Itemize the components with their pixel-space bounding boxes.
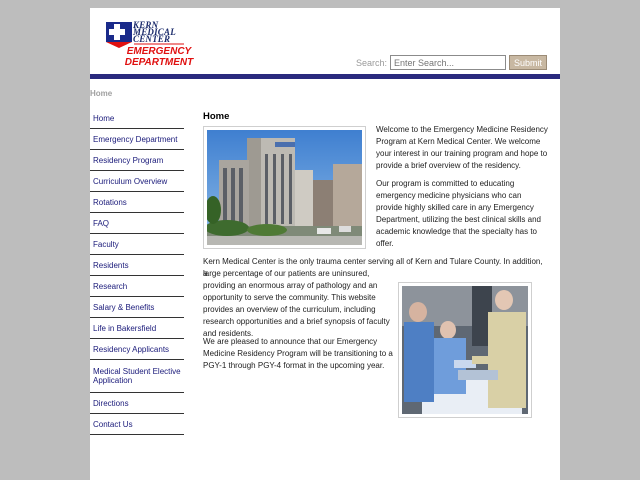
intro-paragraph: Welcome to the Emergency Medicine Reside… (376, 125, 548, 170)
kern-medical-center-logo[interactable]: KERN MEDICAL CENTER EMERGENCY DEPARTMENT (104, 20, 200, 80)
sidebar-item-contact-us[interactable]: Contact Us (90, 414, 184, 435)
sidebar-nav: Home Emergency Department Residency Progra… (90, 108, 184, 435)
trauma-center-paragraph-cont: large percentage of our patients are uni… (203, 269, 390, 338)
sidebar-item-label: Salary & Benefits (93, 302, 155, 312)
breadcrumb[interactable]: Home (90, 89, 112, 98)
sidebar-item-label: Research (93, 281, 128, 291)
logo-line-department: DEPARTMENT (124, 57, 194, 68)
sidebar-item-life-in-bakersfield[interactable]: Life in Bakersfield (90, 318, 184, 339)
sidebar-item-medical-student-elective-application[interactable]: Medical Student Elective Application (90, 360, 184, 393)
sidebar-item-residency-applicants[interactable]: Residency Applicants (90, 339, 184, 360)
hospital-building-photo (203, 126, 366, 249)
sidebar-item-residency-program[interactable]: Residency Program (90, 150, 184, 171)
sidebar-item-directions[interactable]: Directions (90, 393, 184, 414)
doctors-treating-patient-photo (398, 282, 532, 418)
sidebar-item-label: Medical Student Elective Application (93, 367, 181, 385)
header-divider-bar (90, 74, 560, 79)
sidebar-item-label: Rotations (93, 197, 127, 207)
sidebar-item-rotations[interactable]: Rotations (90, 192, 184, 213)
search-form: Search: Submit (356, 55, 548, 70)
logo-line-emergency: EMERGENCY (126, 46, 192, 57)
sidebar-item-label: Residents (93, 260, 129, 270)
search-label: Search: (356, 57, 388, 68)
sidebar-item-residents[interactable]: Residents (90, 255, 184, 276)
sidebar-item-label: Emergency Department (93, 134, 178, 144)
sidebar-item-faculty[interactable]: Faculty (90, 234, 184, 255)
sidebar-item-research[interactable]: Research (90, 276, 184, 297)
sidebar-item-label: Directions (93, 398, 129, 408)
sidebar-item-label: Residency Applicants (93, 344, 170, 354)
sidebar-item-salary-and-benefits[interactable]: Salary & Benefits (90, 297, 184, 318)
search-input[interactable] (390, 55, 507, 70)
announcement-paragraph: We are pleased to announce that our Emer… (203, 337, 393, 370)
sidebar-item-curriculum-overview[interactable]: Curriculum Overview (90, 171, 184, 192)
sidebar-item-label: Home (93, 113, 115, 123)
logo-line-center: CENTER (133, 34, 171, 44)
search-submit-button[interactable]: Submit (509, 55, 548, 70)
page-container: KERN MEDICAL CENTER EMERGENCY DEPARTMENT Se… (90, 8, 560, 480)
logo-name: KERN MEDICAL CENTER (133, 21, 176, 44)
sidebar-item-home[interactable]: Home (90, 108, 184, 129)
sidebar-item-label: Faculty (93, 239, 119, 249)
sidebar-item-label: Life in Bakersfield (93, 323, 157, 333)
sidebar-item-faq[interactable]: FAQ (90, 213, 184, 234)
sidebar-item-label: Curriculum Overview (93, 176, 168, 186)
sidebar-item-emergency-department[interactable]: Emergency Department (90, 129, 184, 150)
sidebar-item-label: FAQ (93, 218, 110, 228)
page-title: Home (203, 111, 230, 122)
mission-paragraph: Our program is committed to educating em… (376, 179, 541, 248)
sidebar-item-label: Contact Us (93, 419, 133, 429)
logo-department: EMERGENCY DEPARTMENT (114, 46, 204, 68)
sidebar-item-label: Residency Program (93, 155, 164, 165)
